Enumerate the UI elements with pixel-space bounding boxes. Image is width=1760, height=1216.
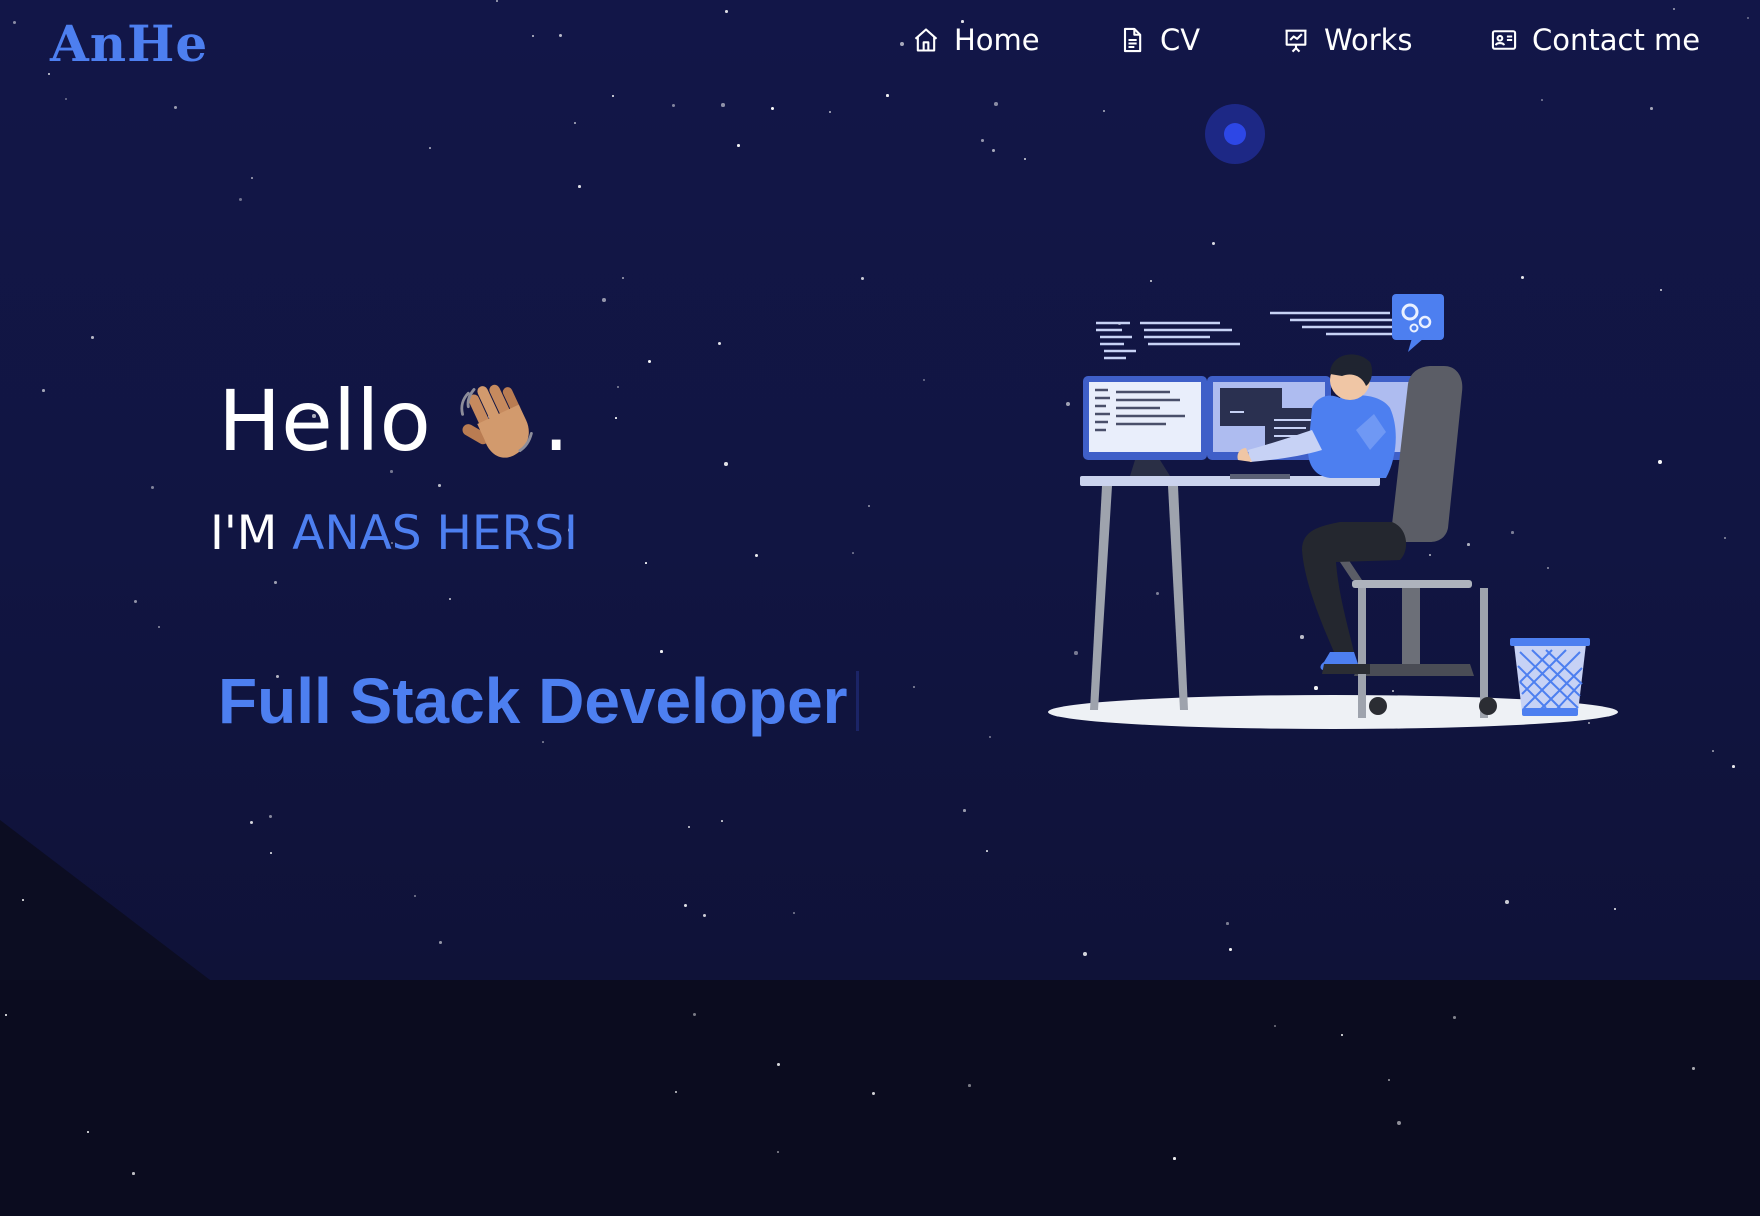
intro-prefix: I'M: [210, 506, 278, 561]
nav-item-label: Works: [1324, 23, 1413, 57]
document-icon: [1123, 27, 1142, 53]
waving-hand-icon: [460, 384, 533, 458]
custom-cursor-dot: [1224, 123, 1246, 145]
home-icon: [914, 28, 938, 52]
nav-item-label: Contact me: [1532, 23, 1701, 57]
person-name: ANAS HERSI: [292, 506, 578, 561]
presentation-chart-icon: [1285, 29, 1307, 53]
developer-at-desk-illustration: [1048, 294, 1618, 729]
nav-item-home[interactable]: Home: [912, 20, 1040, 60]
main-nav: Home CV Works Contact me: [0, 20, 1760, 60]
greeting-heading: Hello .: [218, 372, 570, 470]
contact-card-icon: [1491, 30, 1517, 50]
lower-section: [0, 980, 1760, 1216]
greeting-punctuation: .: [542, 372, 570, 470]
role-typewriter: Full Stack Developer: [218, 664, 859, 738]
nav-item-contact[interactable]: Contact me: [1490, 20, 1700, 60]
typing-cursor: [855, 671, 859, 731]
nav-item-label: Home: [954, 23, 1040, 57]
intro-line: I'M ANAS HERSI: [210, 506, 578, 561]
hero-corner-shape: [0, 820, 210, 980]
nav-item-cv[interactable]: CV: [1118, 20, 1200, 60]
role-text: Full Stack Developer: [218, 665, 848, 737]
nav-item-label: CV: [1160, 23, 1201, 57]
greeting-text: Hello: [218, 372, 431, 470]
nav-item-works[interactable]: Works: [1282, 20, 1413, 60]
